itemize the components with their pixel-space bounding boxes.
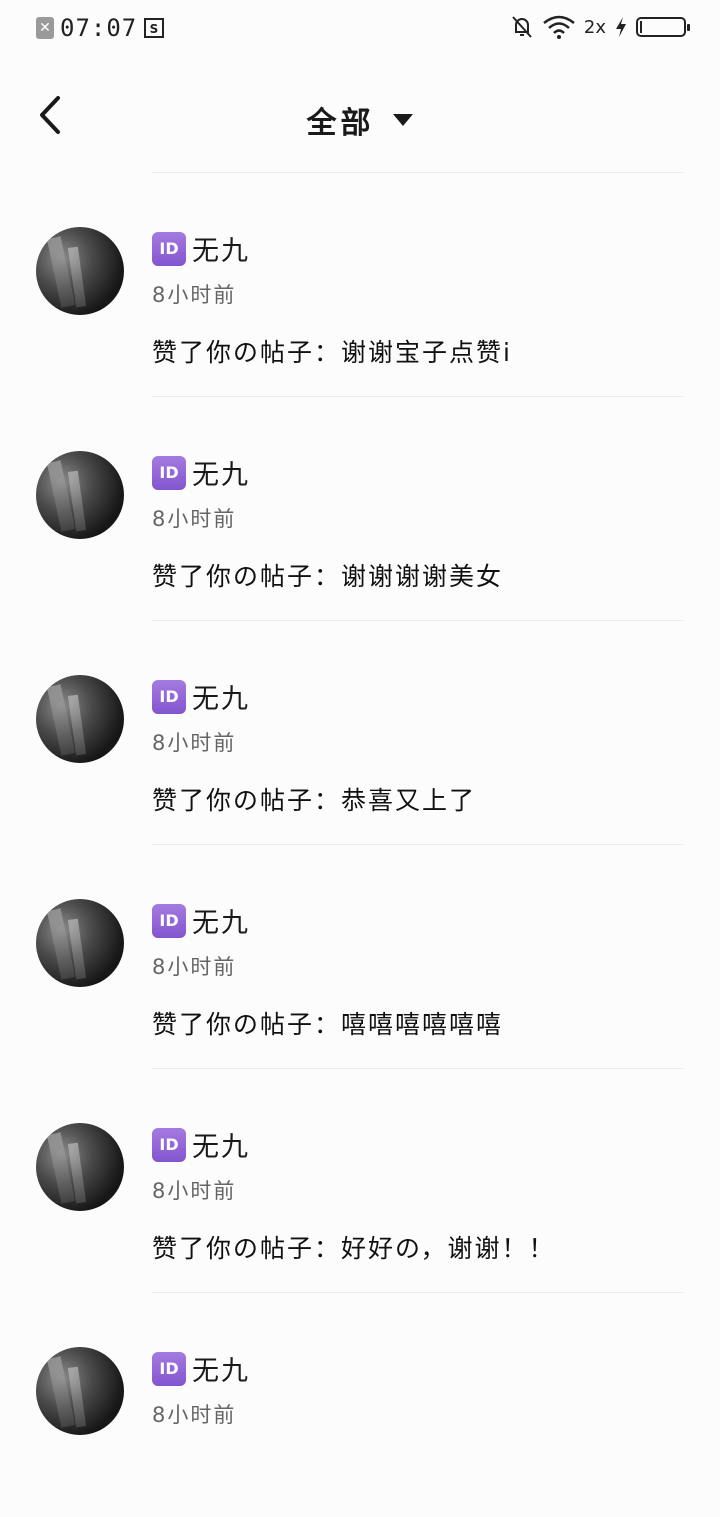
avatar[interactable]: [36, 451, 124, 539]
screenshot-icon: S: [144, 18, 165, 38]
avatar[interactable]: [36, 899, 124, 987]
avatar[interactable]: [36, 1123, 124, 1211]
status-time: 07:07: [60, 14, 138, 42]
id-badge-icon: ID: [152, 1127, 186, 1162]
timestamp: 8小时前: [152, 283, 237, 307]
status-bar: ✕ 07:07 S 2x: [0, 0, 720, 64]
timestamp: 8小时前: [152, 955, 237, 979]
user-name[interactable]: 无九: [192, 1125, 250, 1164]
avatar[interactable]: [36, 227, 124, 315]
user-name-row: ID 无九: [152, 453, 250, 492]
id-badge-icon: ID: [152, 903, 186, 938]
network-speed: 2x: [583, 16, 606, 38]
timestamp: 8小时前: [152, 1403, 237, 1427]
timestamp: 8小时前: [152, 1179, 237, 1203]
notification-close-icon: ✕: [36, 17, 54, 39]
id-badge-icon: ID: [152, 679, 186, 714]
svg-text:S: S: [150, 22, 159, 36]
user-name[interactable]: 无九: [192, 1349, 250, 1388]
filter-dropdown[interactable]: 全部: [0, 98, 720, 142]
list-item[interactable]: ID 无九 8小时前: [0, 1293, 720, 1517]
charging-bolt-icon: [616, 17, 626, 37]
user-name-row: ID 无九: [152, 1125, 250, 1164]
user-name-row: ID 无九: [152, 677, 250, 716]
user-name-row: ID 无九: [152, 1349, 250, 1388]
list-item[interactable]: ID 无九 8小时前 赞了你の帖子：嘻嘻嘻嘻嘻嘻: [0, 845, 720, 1069]
status-bar-left: ✕ 07:07 S: [36, 14, 165, 42]
wifi-icon: [543, 15, 575, 39]
id-badge-icon: ID: [152, 455, 186, 490]
notification-text: 赞了你の帖子：好好の，谢谢！！: [152, 1234, 556, 1263]
user-name[interactable]: 无九: [192, 229, 250, 268]
notification-list: ID 无九 8小时前 赞了你の帖子：谢谢宝子点赞i ID 无九 8小时前 赞了你…: [0, 173, 720, 1517]
user-name[interactable]: 无九: [192, 677, 250, 716]
bell-off-icon: [512, 16, 532, 38]
list-item[interactable]: ID 无九 8小时前 赞了你の帖子：谢谢谢谢美女: [0, 397, 720, 621]
timestamp: 8小时前: [152, 731, 237, 755]
user-name-row: ID 无九: [152, 229, 250, 268]
header: 全部: [0, 70, 720, 170]
user-name[interactable]: 无九: [192, 901, 250, 940]
timestamp: 8小时前: [152, 507, 237, 531]
notification-text: 赞了你の帖子：谢谢谢谢美女: [152, 562, 504, 591]
list-item[interactable]: ID 无九 8小时前 赞了你の帖子：恭喜又上了: [0, 621, 720, 845]
status-bar-right: 2x: [510, 14, 690, 40]
list-item[interactable]: ID 无九 8小时前 赞了你の帖子：谢谢宝子点赞i: [0, 173, 720, 397]
avatar[interactable]: [36, 675, 124, 763]
user-name-row: ID 无九: [152, 901, 250, 940]
list-item[interactable]: ID 无九 8小时前 赞了你の帖子：好好の，谢谢！！: [0, 1069, 720, 1293]
id-badge-icon: ID: [152, 231, 186, 266]
avatar[interactable]: [36, 1347, 124, 1435]
id-badge-icon: ID: [152, 1351, 186, 1386]
page-title: 全部: [306, 106, 375, 141]
notification-text: 赞了你の帖子：恭喜又上了: [152, 786, 477, 815]
battery-icon: [636, 17, 690, 37]
caret-down-icon: [392, 114, 413, 126]
notification-text: 赞了你の帖子：嘻嘻嘻嘻嘻嘻: [152, 1010, 504, 1039]
notification-text: 赞了你の帖子：谢谢宝子点赞i: [152, 338, 512, 367]
user-name[interactable]: 无九: [192, 453, 250, 492]
